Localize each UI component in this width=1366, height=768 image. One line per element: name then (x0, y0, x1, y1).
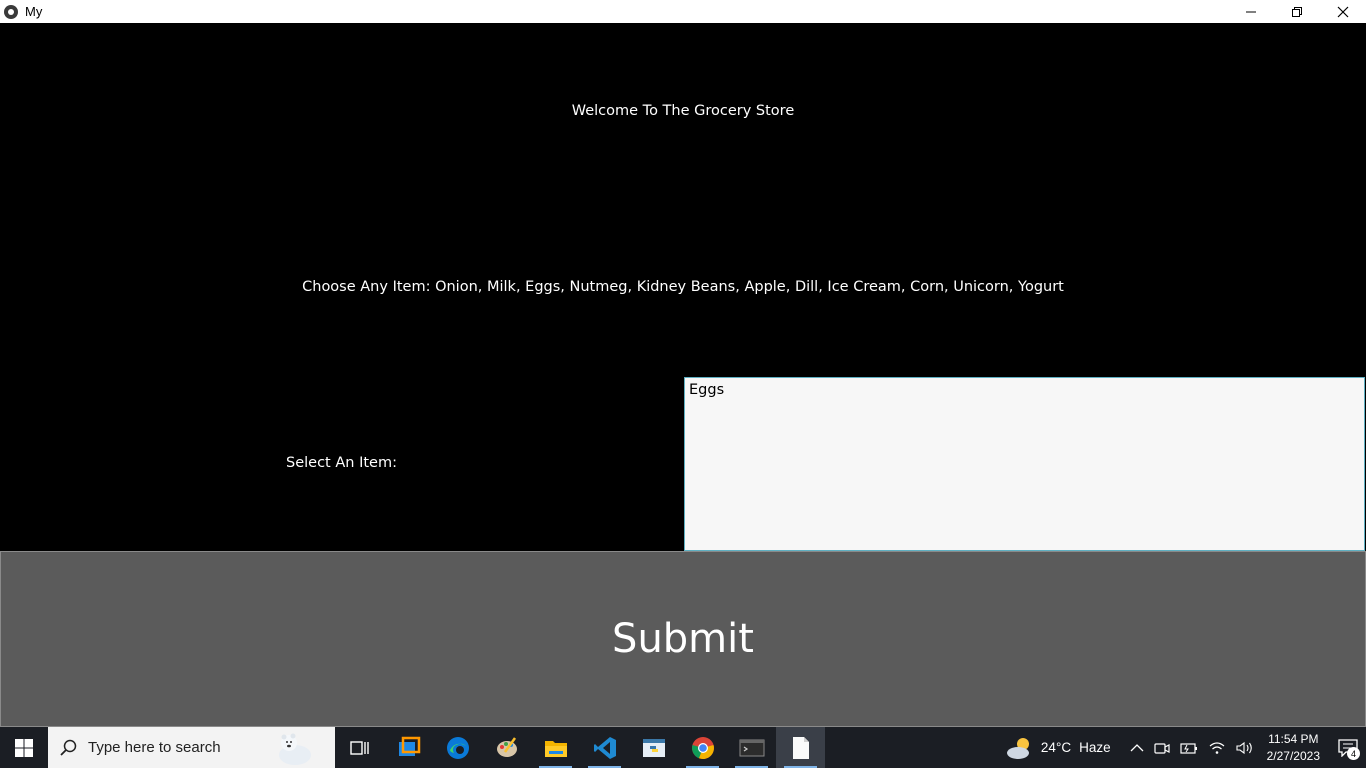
weather-condition[interactable]: Haze (1079, 740, 1111, 755)
clock-time: 11:54 PM (1268, 731, 1319, 746)
taskbar-paint[interactable] (482, 727, 531, 768)
weather-temperature[interactable]: 24°C (1041, 740, 1071, 755)
terminal-icon (739, 739, 764, 756)
restore-button[interactable] (1274, 0, 1320, 23)
taskbar-search-box[interactable]: Type here to search (48, 727, 335, 768)
close-button[interactable] (1320, 0, 1366, 23)
tray-volume[interactable] (1236, 741, 1254, 755)
taskbar-python[interactable] (629, 727, 678, 768)
taskbar: Type here to search 24°C Haze 11:54 PM 2… (0, 727, 1366, 768)
taskbar-vscode[interactable] (580, 727, 629, 768)
remote-desktop-icon (398, 736, 420, 756)
task-view-icon (349, 740, 369, 755)
search-icon (60, 739, 77, 756)
paint-icon (496, 736, 517, 757)
search-placeholder: Type here to search (88, 739, 221, 756)
taskbar-remote-desktop[interactable] (384, 727, 433, 768)
battery-icon (1180, 742, 1197, 754)
tray-wifi[interactable] (1208, 741, 1226, 755)
edge-icon (446, 736, 469, 759)
notification-count-badge: 4 (1347, 747, 1360, 760)
taskbar-terminal[interactable] (727, 727, 776, 768)
window-controls (1228, 0, 1366, 23)
task-view-button[interactable] (335, 727, 384, 768)
tray-meet-now[interactable] (1154, 740, 1170, 756)
submit-button[interactable]: Submit (0, 551, 1366, 727)
select-item-label: Select An Item: (286, 455, 397, 471)
taskbar-notepad[interactable] (776, 727, 825, 768)
app-window: Welcome To The Grocery Store Choose Any … (0, 23, 1366, 727)
start-button[interactable] (0, 727, 48, 768)
vscode-icon (593, 736, 616, 759)
item-choices-text: Choose Any Item: Onion, Milk, Eggs, Nutm… (302, 279, 1064, 295)
close-icon (1337, 6, 1349, 17)
tray-overflow-button[interactable] (1130, 743, 1144, 753)
weather-cloud-sun-icon[interactable] (1005, 735, 1035, 761)
chevron-up-icon (1130, 743, 1144, 751)
taskbar-clock[interactable]: 11:54 PM 2/27/2023 (1267, 731, 1320, 765)
chrome-icon (691, 736, 714, 759)
system-tray: 24°C Haze 11:54 PM 2/27/2023 4 (1005, 727, 1366, 768)
app-icon (4, 4, 18, 19)
taskbar-chrome[interactable] (678, 727, 727, 768)
clock-date: 2/27/2023 (1266, 748, 1320, 763)
notification-center-button[interactable]: 4 (1330, 727, 1366, 768)
restore-icon (1292, 6, 1302, 17)
item-input-field[interactable]: Eggs (684, 377, 1365, 551)
windows-logo-icon (15, 738, 33, 757)
tray-battery[interactable] (1180, 741, 1198, 755)
folder-icon (544, 740, 567, 757)
minimize-icon (1246, 11, 1256, 12)
taskbar-edge[interactable] (433, 727, 482, 768)
taskbar-file-explorer[interactable] (531, 727, 580, 768)
wifi-icon (1209, 741, 1224, 754)
speaker-icon (1236, 741, 1252, 754)
title-bar: My (0, 0, 1366, 23)
camera-icon (1154, 742, 1170, 754)
document-icon (792, 736, 809, 759)
python-icon (642, 738, 665, 757)
window-title: My (25, 4, 43, 19)
minimize-button[interactable] (1228, 0, 1274, 23)
welcome-heading: Welcome To The Grocery Store (571, 103, 795, 119)
polar-bear-icon (279, 733, 311, 765)
